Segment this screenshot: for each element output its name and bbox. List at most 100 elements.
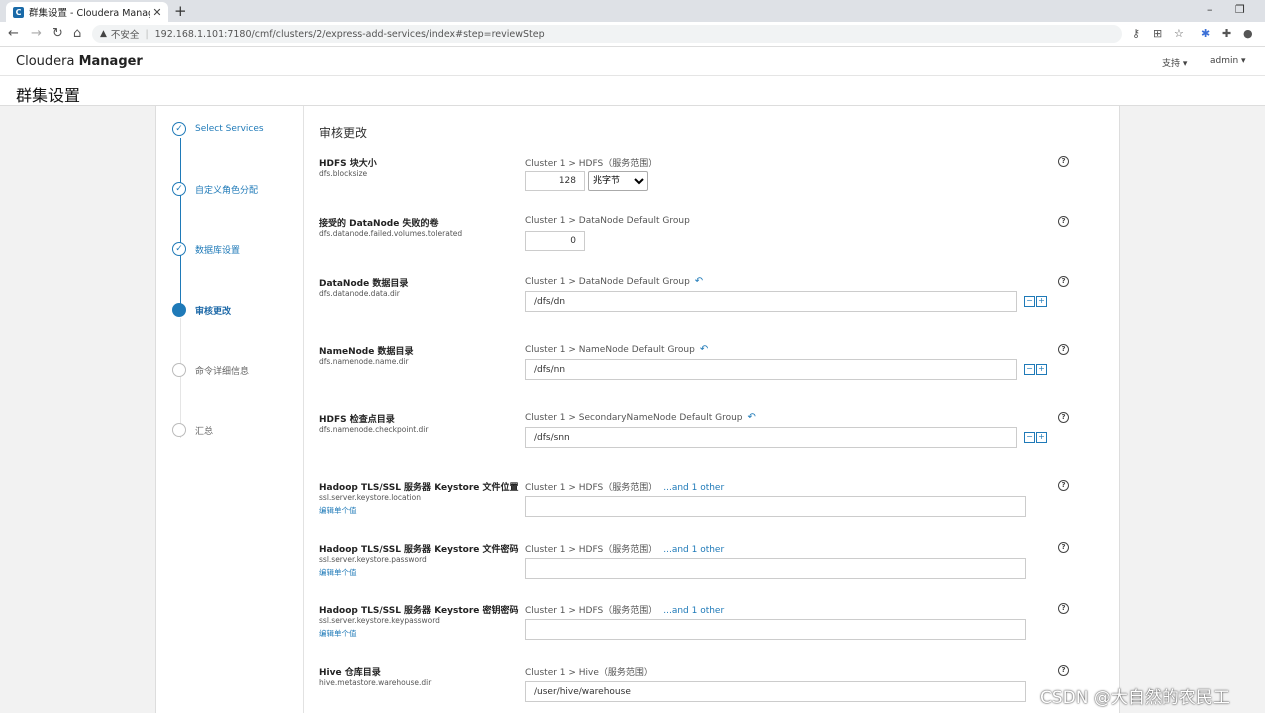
section-title: 审核更改: [319, 126, 368, 140]
param-scope: Cluster 1 > DataNode Default Group: [525, 216, 690, 226]
checkpoint-dir-input[interactable]: [525, 427, 1017, 448]
page-title: 群集设置: [16, 86, 81, 105]
param-key: dfs.datanode.data.dir: [319, 289, 400, 298]
add-value-icon[interactable]: +: [1036, 432, 1047, 443]
step-label: Select Services: [195, 124, 264, 134]
datanode-data-dir-input[interactable]: [525, 291, 1017, 312]
step-pending-circle-icon: [172, 423, 186, 437]
user-menu[interactable]: admin ▾: [1210, 56, 1246, 66]
remove-value-icon[interactable]: −: [1024, 296, 1035, 307]
undo-icon[interactable]: ↶: [695, 276, 703, 287]
and-other-link[interactable]: ...and 1 other: [663, 483, 724, 493]
step-role-assignment[interactable]: ✓ 自定义角色分配: [172, 182, 258, 196]
back-arrow-icon[interactable]: ←: [8, 25, 19, 43]
param-scope: Cluster 1 > HDFS（服务范围）: [525, 159, 658, 169]
param-scope: Cluster 1 > NameNode Default Group ↶: [525, 344, 709, 355]
failed-volumes-input[interactable]: [525, 231, 585, 251]
browser-tab[interactable]: C 群集设置 - Cloudera Manager ✕: [6, 2, 168, 22]
security-label: 不安全: [110, 30, 140, 41]
step-review-changes[interactable]: 审核更改: [172, 303, 231, 317]
extension-icon[interactable]: ✱: [1201, 27, 1210, 40]
wizard-steps: ✓ Select Services ✓ 自定义角色分配 ✓ 数据库设置 审核更改…: [156, 106, 304, 713]
step-current-dot-icon: [172, 303, 186, 317]
edit-individual-values-link[interactable]: 编辑单个值: [319, 505, 357, 516]
remove-value-icon[interactable]: −: [1024, 364, 1035, 375]
star-icon[interactable]: ☆: [1174, 27, 1184, 40]
browser-tabstrip: C 群集设置 - Cloudera Manager ✕ + – ❐: [0, 0, 1265, 22]
help-icon[interactable]: ?: [1058, 542, 1069, 553]
puzzle-icon[interactable]: ✚: [1222, 27, 1231, 40]
minimize-button[interactable]: –: [1207, 3, 1213, 16]
profile-icon[interactable]: ●: [1243, 27, 1253, 40]
restore-button[interactable]: ❐: [1235, 3, 1245, 16]
add-value-icon[interactable]: +: [1036, 364, 1047, 375]
app-header: Cloudera Manager 支持 ▾ admin ▾: [0, 47, 1265, 76]
param-name: Hadoop TLS/SSL 服务器 Keystore 文件密码: [319, 545, 519, 555]
param-name: HDFS 块大小: [319, 159, 377, 169]
reload-icon[interactable]: ↻: [52, 25, 63, 43]
main-panel: ✓ Select Services ✓ 自定义角色分配 ✓ 数据库设置 审核更改…: [155, 106, 1120, 713]
param-name: 接受的 DataNode 失败的卷: [319, 219, 439, 229]
help-icon[interactable]: ?: [1058, 412, 1069, 423]
key-icon[interactable]: ⚷: [1132, 27, 1140, 40]
forward-arrow-icon[interactable]: →: [31, 25, 42, 43]
param-name: DataNode 数据目录: [319, 279, 409, 289]
home-icon[interactable]: ⌂: [73, 25, 81, 43]
remove-value-icon[interactable]: −: [1024, 432, 1035, 443]
review-content: 审核更改 HDFS 块大小 dfs.blocksize Cluster 1 > …: [319, 106, 1109, 713]
param-scope: Cluster 1 > SecondaryNameNode Default Gr…: [525, 412, 756, 423]
undo-icon[interactable]: ↶: [700, 344, 708, 355]
address-bar[interactable]: ▲ 不安全 | 192.168.1.101:7180/cmf/clusters/…: [92, 25, 1122, 43]
blocksize-unit-select[interactable]: 兆字节: [588, 171, 648, 191]
param-scope: Cluster 1 > DataNode Default Group ↶: [525, 276, 704, 287]
param-key: ssl.server.keystore.password: [319, 555, 427, 564]
help-icon[interactable]: ?: [1058, 344, 1069, 355]
help-icon[interactable]: ?: [1058, 216, 1069, 227]
help-icon[interactable]: ?: [1058, 665, 1069, 676]
blocksize-input[interactable]: [525, 171, 585, 191]
tab-close-icon[interactable]: ✕: [150, 6, 164, 19]
keystore-keypassword-input[interactable]: [525, 619, 1026, 640]
param-key: ssl.server.keystore.location: [319, 493, 421, 502]
param-key: ssl.server.keystore.keypassword: [319, 616, 440, 625]
param-key: hive.metastore.warehouse.dir: [319, 678, 432, 687]
namenode-name-dir-input[interactable]: [525, 359, 1017, 380]
param-scope: Cluster 1 > HDFS（服务范围） ...and 1 other: [525, 545, 725, 555]
watermark: CSDN @大自然的农民工: [1040, 688, 1230, 708]
step-label: 自定义角色分配: [195, 185, 259, 196]
param-name: Hadoop TLS/SSL 服务器 Keystore 文件位置: [319, 483, 519, 493]
undo-icon[interactable]: ↶: [748, 412, 756, 423]
param-name: NameNode 数据目录: [319, 347, 414, 357]
new-tab-button[interactable]: +: [174, 2, 187, 20]
param-name: Hadoop TLS/SSL 服务器 Keystore 密钥密码: [319, 606, 519, 616]
keystore-password-input[interactable]: [525, 558, 1026, 579]
step-command-details: 命令详细信息: [172, 363, 249, 377]
step-database-setup[interactable]: ✓ 数据库设置: [172, 242, 240, 256]
and-other-link[interactable]: ...and 1 other: [663, 545, 724, 555]
help-icon[interactable]: ?: [1058, 603, 1069, 614]
add-value-icon[interactable]: +: [1036, 296, 1047, 307]
add-remove-controls: − +: [1024, 432, 1048, 443]
help-icon[interactable]: ?: [1058, 156, 1069, 167]
step-select-services[interactable]: ✓ Select Services: [172, 122, 264, 136]
param-name: HDFS 检查点目录: [319, 415, 395, 425]
param-key: dfs.namenode.checkpoint.dir: [319, 425, 429, 434]
edit-individual-values-link[interactable]: 编辑单个值: [319, 567, 357, 578]
edit-individual-values-link[interactable]: 编辑单个值: [319, 628, 357, 639]
hive-warehouse-dir-input[interactable]: [525, 681, 1026, 702]
help-icon[interactable]: ?: [1058, 480, 1069, 491]
step-done-check-icon: ✓: [172, 122, 186, 136]
param-name: Hive 仓库目录: [319, 668, 381, 678]
translate-icon[interactable]: ⊞: [1153, 27, 1162, 40]
brand-logo[interactable]: Cloudera Manager: [16, 54, 143, 69]
param-scope: Cluster 1 > HDFS（服务范围） ...and 1 other: [525, 483, 725, 493]
keystore-location-input[interactable]: [525, 496, 1026, 517]
steps-remaining-line: [180, 318, 181, 438]
step-done-check-icon: ✓: [172, 242, 186, 256]
page-header: 群集设置: [0, 76, 1265, 106]
param-key: dfs.namenode.name.dir: [319, 357, 409, 366]
help-icon[interactable]: ?: [1058, 276, 1069, 287]
and-other-link[interactable]: ...and 1 other: [663, 606, 724, 616]
support-menu[interactable]: 支持 ▾: [1162, 56, 1187, 69]
browser-toolbar: ← → ↻ ⌂ ▲ 不安全 | 192.168.1.101:7180/cmf/c…: [0, 22, 1265, 47]
